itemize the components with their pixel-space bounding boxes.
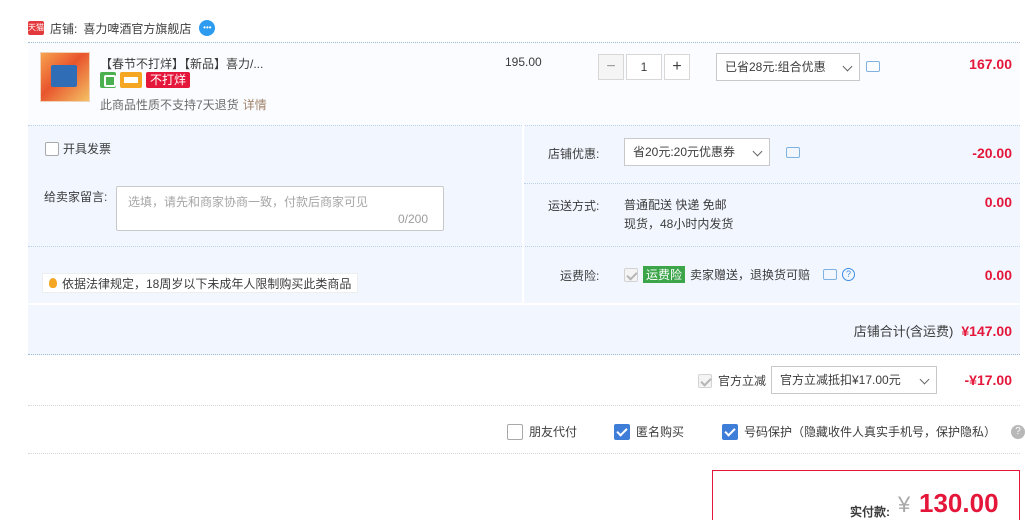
coupon-select[interactable]: 省20元:20元优惠券 (624, 138, 770, 166)
subtotal-label: 店铺合计(含运费) (853, 324, 954, 339)
shop-name-link[interactable]: 喜力啤酒官方旗舰店 (83, 20, 191, 37)
payment-amount: 130.00 (919, 488, 999, 518)
legal-notice: 依据法律规定，18周岁以下未成年人限制购买此类商品 (42, 273, 359, 293)
official-discount-select-value: 官方立减抵扣¥17.00元 (780, 373, 901, 387)
insurance-amount: 0.00 (984, 267, 1012, 283)
coupon-select-value: 省20元:20元优惠券 (633, 145, 736, 159)
chevron-down-icon (842, 61, 853, 72)
friend-pay-option[interactable]: 朋友代付 (507, 423, 577, 440)
chat-icon[interactable] (823, 269, 838, 280)
shop-header: 天猫 店铺: 喜力啤酒官方旗舰店 ••• (28, 14, 216, 42)
divider (28, 246, 1020, 247)
friend-pay-checkbox[interactable] (507, 423, 523, 440)
shop-discount-amount: -20.00 (972, 145, 1012, 161)
insurance-label: 运费险: (560, 269, 600, 283)
column-separator (522, 125, 524, 303)
chevron-down-icon (752, 146, 763, 157)
quantity-stepper: − 1 + (598, 54, 690, 80)
message-label: 给卖家留言: (44, 190, 108, 204)
item-total: 167.00 (969, 56, 1012, 72)
tmall-logo-icon: 天猫 (28, 21, 44, 35)
official-discount-amount: -¥17.00 (964, 372, 1012, 388)
shipping-time: 现货，48小时内发货 (624, 217, 734, 231)
number-protect-checkbox[interactable] (722, 423, 738, 440)
subtotal-amount: ¥147.00 (961, 322, 1012, 339)
shop-discount-label: 店铺优惠: (548, 147, 600, 161)
shipping-method: 普通配送 快递 免邮 (624, 198, 727, 212)
divider (524, 183, 1020, 184)
no-close-tag: 不打烊 (146, 72, 191, 88)
anonymous-checkbox[interactable] (614, 423, 630, 440)
insurance-row: 运费险 卖家赠送，退换货可赔 ? (624, 266, 856, 283)
official-discount-option: 官方立减 (698, 372, 766, 389)
divider (28, 125, 1020, 126)
currency-symbol: ¥ (898, 492, 911, 517)
chat-icon[interactable] (786, 147, 800, 158)
lightbulb-icon (49, 278, 57, 288)
quantity-input[interactable]: 1 (626, 54, 662, 80)
official-discount-checkbox (698, 373, 712, 388)
insurance-badge: 运费险 (643, 266, 686, 283)
shipping-label: 运送方式: (548, 199, 600, 213)
message-char-count: 0/200 (398, 212, 429, 226)
return-policy-note: 此商品性质不支持7天退货 详情 (100, 96, 267, 113)
shipping-amount: 0.00 (984, 194, 1012, 210)
chat-icon[interactable] (866, 61, 880, 72)
number-protect-option[interactable]: 号码保护（隐藏收件人真实手机号，保护隐私） ? (722, 423, 1025, 440)
friend-pay-label: 朋友代付 (529, 425, 578, 439)
product-title-link[interactable]: 【春节不打烊】【新品】喜力/... (100, 55, 263, 72)
legal-notice-text: 依据法律规定，18周岁以下未成年人限制购买此类商品 (62, 276, 352, 291)
invoice-option[interactable]: 开具发票 (45, 140, 111, 157)
number-protect-label: 号码保护（隐藏收件人真实手机号，保护隐私） (743, 425, 996, 439)
service-tag-icon (100, 72, 116, 88)
product-thumbnail[interactable] (40, 52, 90, 102)
return-policy-text: 此商品性质不支持7天退货 (100, 98, 239, 112)
increase-button[interactable]: + (664, 54, 690, 80)
anonymous-option[interactable]: 匿名购买 (614, 423, 684, 440)
shop-label: 店铺: (50, 21, 78, 36)
message-placeholder: 选填，请先和商家协商一致，付款后商家可见 (128, 195, 369, 209)
official-discount-select[interactable]: 官方立减抵扣¥17.00元 (771, 366, 937, 394)
product-tags: 不打烊 (100, 72, 191, 88)
unit-price: 195.00 (505, 55, 542, 69)
decrease-button[interactable]: − (598, 54, 624, 80)
wangwang-chat-icon[interactable]: ••• (199, 20, 216, 36)
insurance-checkbox (624, 267, 638, 282)
help-icon[interactable]: ? (842, 268, 856, 281)
official-discount-label: 官方立减 (718, 374, 767, 388)
chevron-down-icon (919, 374, 930, 385)
subtotal: 店铺合计(含运费) ¥147.00 (854, 321, 1012, 340)
invoice-label: 开具发票 (63, 142, 112, 156)
card-tag-icon (120, 72, 142, 88)
promo-select[interactable]: 已省28元:组合优惠 (716, 53, 860, 81)
insurance-text: 卖家赠送，退换货可赔 (690, 268, 811, 282)
question-mark-icon[interactable]: ? (1011, 424, 1025, 439)
invoice-checkbox[interactable] (45, 141, 59, 156)
detail-link[interactable]: 详情 (243, 98, 267, 112)
payment-label: 实付款: (850, 505, 890, 519)
promo-select-value: 已省28元:组合优惠 (725, 60, 826, 74)
anonymous-label: 匿名购买 (636, 425, 685, 439)
